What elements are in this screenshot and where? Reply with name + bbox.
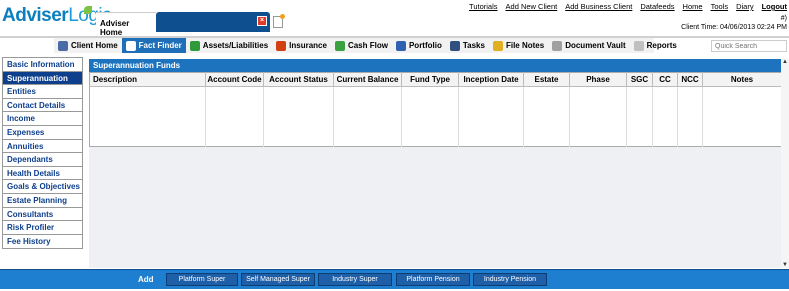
nav-assets-liabilities[interactable]: Assets/Liabilities [186,38,272,53]
adviserlogic-logo[interactable]: AdviserLogic [2,4,112,36]
add-industry-super-button[interactable]: Industry Super [318,273,392,286]
home-icon [58,40,68,51]
nav-label: Cash Flow [347,41,388,50]
top-links: Tutorials Add New Client Add Business Clie… [469,2,787,11]
sidebar-item-estate-planning[interactable]: Estate Planning [3,194,82,208]
panel-title: Superannuation Funds [89,59,781,72]
tasks-icon [449,40,460,51]
sidebar-item-contact-details[interactable]: Contact Details [3,99,82,113]
sidebar-item-basic-information[interactable]: Basic Information [3,58,82,72]
sidebar-item-entities[interactable]: Entities [3,85,82,99]
column-header-inception-date[interactable]: Inception Date [458,72,524,87]
sidebar-item-income[interactable]: Income [3,112,82,126]
column-header-ncc[interactable]: NCC [677,72,703,87]
add-platform-pension-button[interactable]: Platform Pension [396,273,470,286]
nav-label: Reports [646,41,677,50]
nav-document-vault[interactable]: Document Vault [548,38,629,53]
main-nav: Client Home Fact Finder Assets/Liabilities… [54,38,677,53]
nav-tasks[interactable]: Tasks [446,38,489,53]
file-notes-icon [492,40,503,51]
column-header-cc[interactable]: CC [652,72,678,87]
column-header-notes[interactable]: Notes [702,72,782,87]
add-self-managed-super-button[interactable]: Self Managed Super [241,273,315,286]
nav-label: Fact Finder [138,41,182,50]
nav-reports[interactable]: Reports [630,38,681,53]
add-industry-pension-button[interactable]: Industry Pension [473,273,547,286]
table-empty-row [89,86,782,147]
scroll-up-icon[interactable]: ▲ [782,59,788,65]
logout-link[interactable]: Logout [762,2,787,11]
column-header-account-status[interactable]: Account Status [263,72,334,87]
toplink-diary[interactable]: Diary [736,2,754,11]
sidebar-item-dependants[interactable]: Dependants [3,153,82,167]
sidebar-item-fee-history[interactable]: Fee History [3,235,82,249]
footer-bar: Add Platform Super Self Managed Super Indu… [0,269,789,289]
fact-finder-sidebar: Basic Information Superannuation Entities C… [2,57,83,250]
scroll-down-icon[interactable]: ▼ [782,262,788,268]
column-header-description[interactable]: Description [89,72,206,87]
add-label: Add [138,275,154,284]
user-indicator: #) [780,15,787,22]
tab-client[interactable]: × [156,12,270,32]
quick-search-input[interactable] [711,40,787,52]
nav-insurance[interactable]: Insurance [272,38,331,53]
nav-label: Client Home [71,41,118,50]
nav-fact-finder[interactable]: Fact Finder [121,38,186,53]
nav-label: Portfolio [408,41,442,50]
column-header-current-balance[interactable]: Current Balance [333,72,402,87]
column-header-sgc[interactable]: SGC [626,72,653,87]
cash-flow-icon [334,40,345,51]
sidebar-item-health-details[interactable]: Health Details [3,167,82,181]
superannuation-table: Description Account Code Account Status Cur… [89,72,782,147]
vertical-scrollbar[interactable]: ▲ ▼ [781,59,789,268]
toplink-add-new-client[interactable]: Add New Client [506,2,558,11]
sidebar-item-annuities[interactable]: Annuities [3,140,82,154]
sidebar-item-risk-profiler[interactable]: Risk Profiler [3,221,82,235]
sidebar-item-superannuation[interactable]: Superannuation [3,71,82,86]
new-tab-icon[interactable] [273,14,285,28]
leaf-icon [84,6,92,14]
nav-file-notes[interactable]: File Notes [489,38,548,53]
nav-cash-flow[interactable]: Cash Flow [331,38,392,53]
sidebar-item-expenses[interactable]: Expenses [3,126,82,140]
nav-label: Tasks [462,41,485,50]
column-header-account-code[interactable]: Account Code [205,72,264,87]
document-vault-icon [552,40,563,51]
column-header-estate[interactable]: Estate [523,72,570,87]
tab-adviser-home[interactable]: Adviser Home [96,12,156,37]
assets-icon [189,40,200,51]
column-header-fund-type[interactable]: Fund Type [401,72,459,87]
toplink-home[interactable]: Home [683,2,703,11]
nav-label: File Notes [505,41,545,50]
sidebar-item-goals-objectives[interactable]: Goals & Objectives [3,180,82,194]
nav-portfolio[interactable]: Portfolio [392,38,446,53]
toplink-tutorials[interactable]: Tutorials [469,2,497,11]
column-header-phase[interactable]: Phase [569,72,627,87]
sidebar-item-consultants[interactable]: Consultants [3,208,82,222]
reports-icon [633,40,644,51]
toplink-datafeeds[interactable]: Datafeeds [640,2,674,11]
insurance-icon [276,40,287,51]
close-icon[interactable]: × [257,16,267,26]
nav-label: Assets/Liabilities [202,41,269,50]
panel-body [89,147,781,268]
add-platform-super-button[interactable]: Platform Super [166,273,238,286]
nav-client-home[interactable]: Client Home [54,38,122,53]
client-time: Client Time: 04/06/2013 02:24 PM [681,24,787,31]
toplink-add-business-client[interactable]: Add Business Client [565,2,632,11]
nav-label: Document Vault [565,41,626,50]
nav-label: Insurance [289,41,327,50]
portfolio-icon [395,40,406,51]
app-window: AdviserLogic Adviser Home × Tutorials Add… [0,0,789,291]
toplink-tools[interactable]: Tools [711,2,729,11]
fact-finder-icon [125,40,136,51]
